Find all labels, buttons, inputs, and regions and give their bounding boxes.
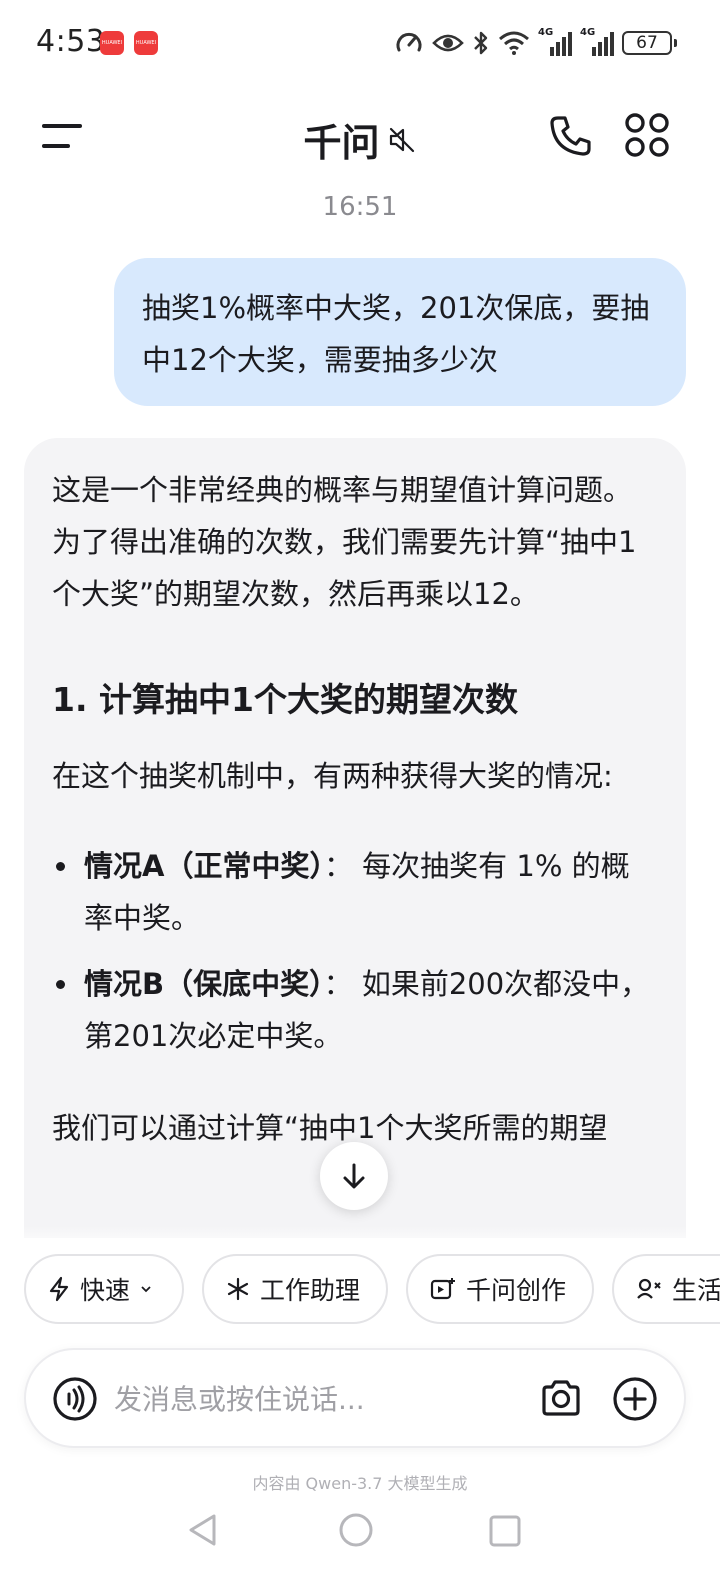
bullet-label: 情况A（正常中奖） — [84, 849, 324, 883]
apps-grid-icon[interactable] — [624, 112, 670, 158]
chip-label: 千问创作 — [466, 1276, 567, 1305]
message-input-bar — [24, 1348, 686, 1448]
add-icon[interactable] — [612, 1376, 658, 1422]
lightning-icon — [49, 1276, 69, 1302]
wifi-icon — [499, 31, 529, 55]
assistant-heading: 1. 计算抽中1个大奖的期望次数 — [52, 680, 518, 719]
mute-icon[interactable] — [387, 125, 417, 155]
status-time: 4:53 — [36, 24, 106, 59]
scroll-to-bottom-button[interactable] — [320, 1142, 388, 1210]
phone-icon[interactable] — [548, 114, 592, 158]
huawei-app-icon: HUAWEI — [134, 31, 158, 55]
chip-label: 工作助理 — [260, 1276, 361, 1305]
camera-icon[interactable] — [540, 1378, 582, 1418]
assistant-intro: 这是一个非常经典的概率与期望值计算问题。为了得出准确的次数，我们需要先计算“抽中… — [52, 473, 637, 611]
nav-back-icon[interactable] — [186, 1512, 220, 1548]
status-icons: 4G 4G 67 — [394, 27, 677, 58]
chevron-down-icon — [141, 1286, 151, 1293]
fade-overlay — [0, 1226, 720, 1250]
page-title: 千问 — [303, 121, 380, 165]
ai-disclaimer: 内容由 Qwen-3.7 大模型生成 — [252, 1474, 468, 1493]
signal-icon: 4G — [580, 27, 614, 57]
list-item: 情况A（正常中奖）： 每次抽奖有 1% 的概率中奖。 — [52, 840, 658, 944]
chip-work-assistant[interactable]: 工作助理 — [202, 1254, 388, 1324]
assistant-paragraph: 在这个抽奖机制中，有两种获得大奖的情况: — [52, 759, 613, 793]
message-timestamp: 16:51 — [322, 192, 398, 222]
arrow-down-icon — [343, 1163, 365, 1189]
list-item: 情况B（保底中奖）： 如果前200次都没中，第201次必定中奖。 — [52, 958, 658, 1062]
title-group: 千问 — [0, 112, 720, 167]
create-icon — [430, 1278, 455, 1300]
app-header: 千问 — [0, 96, 720, 176]
status-bar: 4:53 HUAWEI HUAWEI 4G 4G 67 — [0, 0, 720, 86]
nav-recents-icon[interactable] — [488, 1514, 522, 1548]
bullet-label: 情况B（保底中奖） — [84, 967, 324, 1001]
battery-icon: 67 — [622, 31, 677, 55]
life-icon — [637, 1278, 661, 1299]
bluetooth-icon — [474, 31, 488, 55]
chip-label: 快速 — [80, 1276, 131, 1305]
chip-fast[interactable]: 快速 — [24, 1254, 184, 1324]
data-saver-icon — [396, 32, 422, 52]
assistant-message-card[interactable]: 这是一个非常经典的概率与期望值计算问题。为了得出准确的次数，我们需要先计算“抽中… — [24, 438, 686, 1238]
chip-life[interactable]: 生活 — [612, 1254, 720, 1324]
mode-chip-row: 快速 工作助理 千问创作 生活 — [0, 1250, 720, 1330]
signal-icon: 4G — [538, 27, 572, 57]
nav-home-icon[interactable] — [338, 1512, 374, 1548]
sparkle-icon — [227, 1277, 249, 1301]
message-input[interactable] — [114, 1374, 514, 1424]
chip-qianwen-create[interactable]: 千问创作 — [406, 1254, 594, 1324]
eye-comfort-icon — [432, 34, 464, 52]
chip-label: 生活 — [672, 1276, 720, 1305]
assistant-bullet-list: 情况A（正常中奖）： 每次抽奖有 1% 的概率中奖。 情况B（保底中奖）： 如果… — [52, 840, 658, 1062]
huawei-app-icon: HUAWEI — [100, 31, 124, 55]
voice-input-icon[interactable] — [52, 1376, 98, 1422]
user-message-bubble[interactable]: 抽奖1%概率中大奖，201次保底，要抽中12个大奖，需要抽多少次 — [114, 258, 686, 406]
